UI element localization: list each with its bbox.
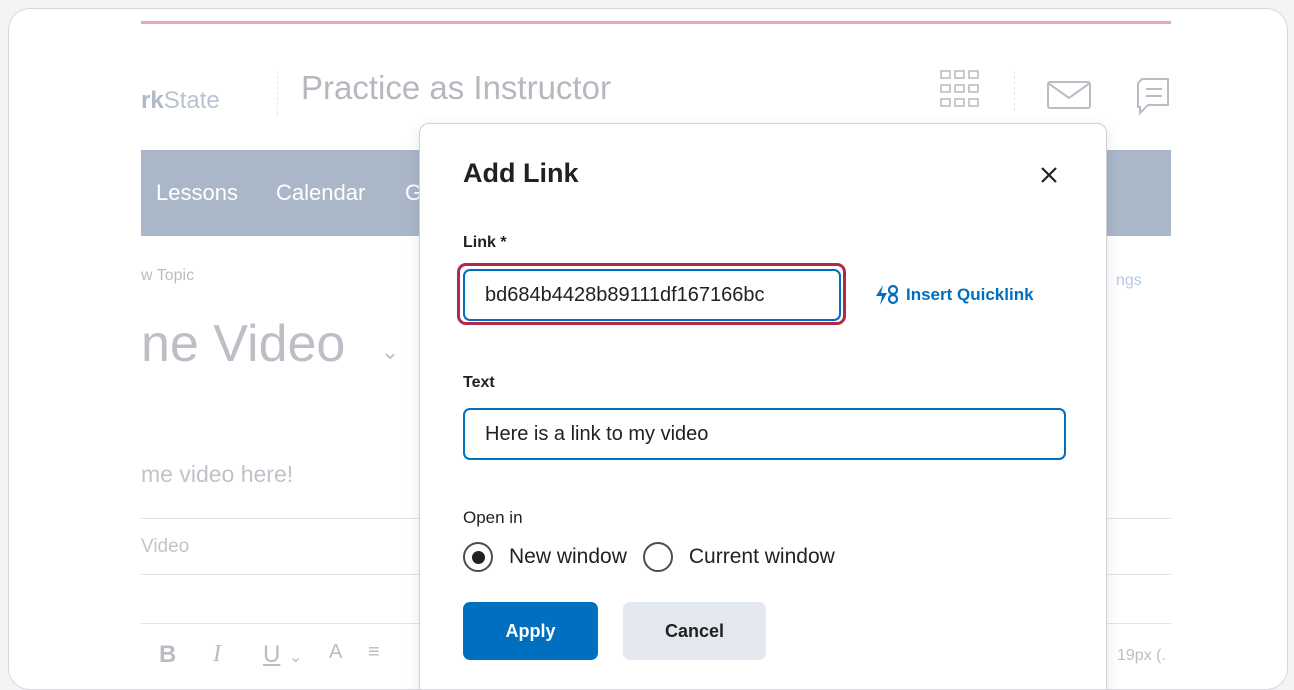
- logo-rest: State: [163, 87, 220, 114]
- video-title-field[interactable]: Video: [141, 536, 189, 558]
- nav-item-calendar[interactable]: Calendar: [276, 180, 365, 206]
- current-window-label[interactable]: Current window: [689, 545, 835, 569]
- insert-quicklink-button[interactable]: Insert Quicklink: [874, 284, 1034, 306]
- close-icon[interactable]: [1034, 160, 1064, 190]
- logo: rkState: [141, 87, 220, 115]
- link-label: Link *: [463, 234, 507, 251]
- apply-button[interactable]: Apply: [463, 602, 598, 660]
- link-text-input[interactable]: [463, 408, 1066, 460]
- text-style-icon[interactable]: A: [329, 641, 342, 664]
- chevron-down-icon[interactable]: ⌄: [289, 647, 302, 667]
- align-icon[interactable]: ≡: [368, 641, 380, 664]
- radio-selected-dot: [471, 550, 485, 564]
- chevron-down-icon[interactable]: ⌄: [381, 339, 399, 365]
- font-size-dropdown[interactable]: 19px (.: [1117, 647, 1166, 665]
- course-title[interactable]: Practice as Instructor: [301, 69, 611, 107]
- topic-body-text: me video here!: [141, 461, 294, 487]
- logo-bold: rk: [141, 87, 164, 114]
- bold-button[interactable]: B: [159, 641, 176, 669]
- settings-link[interactable]: ngs: [1116, 272, 1142, 290]
- quicklink-label: Insert Quicklink: [906, 285, 1034, 304]
- add-link-dialog: Add Link Link * Insert Quicklink Text Op…: [419, 123, 1107, 689]
- header-accent-line: [141, 21, 1171, 24]
- topic-title: ne Video: [141, 315, 346, 373]
- header-divider-2: [1014, 71, 1015, 111]
- open-in-radio-group: New window Current window: [463, 542, 851, 572]
- mail-icon[interactable]: [1046, 80, 1092, 110]
- screenshot-frame: rkState Practice as Instructor Lessons C…: [8, 8, 1288, 690]
- breadcrumb[interactable]: w Topic: [141, 267, 194, 285]
- link-url-input[interactable]: [463, 269, 841, 321]
- text-label: Text: [463, 374, 495, 391]
- open-in-label: Open in: [463, 508, 523, 527]
- chat-icon[interactable]: [1136, 77, 1170, 117]
- new-window-label[interactable]: New window: [509, 545, 627, 569]
- current-window-radio[interactable]: [642, 542, 673, 572]
- dialog-title: Add Link: [463, 158, 579, 188]
- quicklink-icon: [876, 284, 899, 305]
- new-window-radio[interactable]: [463, 542, 493, 572]
- cancel-button[interactable]: Cancel: [623, 602, 766, 660]
- app-grid-icon[interactable]: [939, 69, 981, 111]
- header-divider: [277, 71, 278, 115]
- nav-item-lessons[interactable]: Lessons: [156, 180, 238, 206]
- underline-button[interactable]: U: [263, 641, 280, 669]
